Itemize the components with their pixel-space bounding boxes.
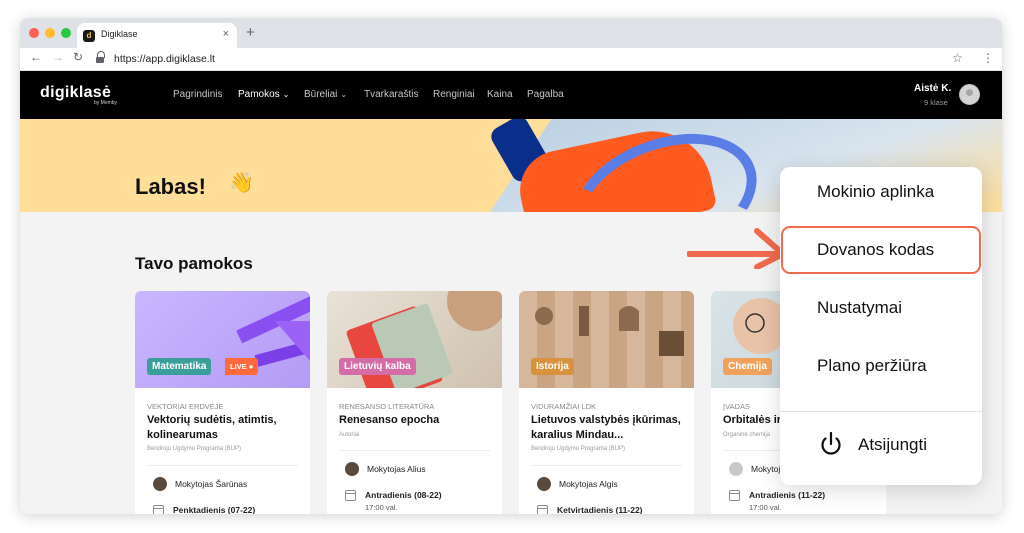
teacher-avatar [729, 462, 743, 476]
nav-label: Pamokos [238, 89, 280, 100]
lesson-topic: Renesanso literatūra [339, 402, 435, 411]
lesson-time: 17:00 val. [365, 503, 398, 512]
lesson-time: 17:00 val. [749, 503, 782, 512]
app-viewport: digiklasė by Memby Pagrindinis Pamokos ⌄ … [20, 71, 1002, 514]
logout-button[interactable]: Atsijungti [858, 435, 927, 455]
reload-icon[interactable]: ↻ [73, 50, 83, 64]
lesson-topic: Viduramžiai LDK [531, 402, 597, 411]
lesson-program: Bendrojo Ugdymo Programa (BUP) [531, 446, 626, 452]
chevron-down-icon: ⌄ [340, 90, 348, 99]
user-dropdown-menu: Mokinio aplinka Dovanos kodas Nustatymai… [780, 167, 982, 485]
lesson-program: Bendrojo Ugdymo Programa (BUP) [147, 446, 242, 452]
nav-item-kaina[interactable]: Kaina [487, 89, 513, 100]
lesson-topic: Vektoriai erdvėje [147, 402, 224, 411]
lesson-title: Renesanso epocha [339, 414, 440, 426]
lesson-title: Lietuvos valstybės įkūrimas, karalius Mi… [531, 414, 681, 441]
lesson-card[interactable]: Istorija Viduramžiai LDK Lietuvos valsty… [519, 291, 694, 514]
wave-hand-icon: 👋 [229, 172, 254, 194]
lesson-card[interactable]: Matematika LIVE ● Vektoriai erdvėje Vekt… [135, 291, 310, 514]
nav-label: Renginiai [433, 89, 475, 100]
menu-item-mokinio-aplinka[interactable]: Mokinio aplinka [817, 182, 934, 202]
pointer-arrow-icon [687, 228, 786, 269]
tab-title: Digiklase [101, 29, 138, 39]
nav-label: Pagrindinis [173, 89, 223, 100]
chevron-down-icon: ⌄ [282, 90, 290, 99]
back-arrow-icon[interactable]: ← [30, 50, 42, 64]
browser-menu-icon[interactable]: ⋮ [982, 51, 994, 65]
browser-window: d Digiklase × + ← → ↻ https://app.digikl… [20, 18, 1002, 514]
lesson-title: Vektorių sudėtis, atimtis, kolinearumas [147, 414, 277, 441]
divider [147, 465, 298, 466]
teacher-name: Mokytojas Algis [559, 479, 618, 489]
user-name[interactable]: Aistė K. [914, 83, 951, 94]
subject-pill: Matematika [147, 358, 212, 375]
menu-item-plano-perziura[interactable]: Plano peržiūra [817, 356, 927, 376]
nav-item-pagrindinis[interactable]: Pagrindinis [173, 89, 222, 100]
browser-tab[interactable]: d Digiklase × [77, 23, 237, 48]
calendar-icon [729, 490, 740, 501]
address-bar[interactable]: https://app.digiklase.lt [90, 49, 978, 69]
greeting-title: Labas! [135, 174, 206, 199]
subject-pill: Istorija [531, 358, 574, 375]
forward-arrow-icon[interactable]: → [52, 50, 64, 64]
lesson-topic: Įvadas [723, 402, 750, 411]
calendar-icon [153, 505, 164, 514]
nav-item-pamokos[interactable]: Pamokos ⌄ [238, 89, 289, 100]
divider [780, 411, 982, 412]
teacher-avatar [537, 477, 551, 491]
app-navbar: digiklasė by Memby Pagrindinis Pamokos ⌄ … [20, 71, 1002, 119]
lesson-day: Antradienis (11-22) [749, 490, 826, 500]
close-window-button[interactable] [29, 28, 39, 38]
tab-close-icon[interactable]: × [223, 28, 229, 40]
power-icon [821, 431, 841, 455]
nav-item-pagalba[interactable]: Pagalba [527, 89, 564, 100]
teacher-name: Mokytojas Alius [367, 464, 426, 474]
lessons-section-title: Tavo pamokos [135, 254, 253, 273]
nav-label: Tvarkaraštis [364, 89, 419, 100]
menu-item-nustatymai[interactable]: Nustatymai [817, 298, 902, 318]
menu-item-dovanos-kodas[interactable]: Dovanos kodas [817, 240, 934, 260]
divider [339, 450, 490, 451]
new-tab-button[interactable]: + [246, 24, 255, 41]
nav-item-tvarkarastis[interactable]: Tvarkaraštis [364, 89, 418, 100]
teacher-avatar [153, 477, 167, 491]
nav-item-renginiai[interactable]: Renginiai [433, 89, 475, 100]
nav-label: Būreliai [304, 89, 338, 100]
logo-subtitle: by Memby [94, 100, 118, 106]
favicon-icon: d [83, 30, 95, 42]
teacher-name: Mokytojas Šarūnas [175, 479, 248, 489]
calendar-icon [537, 505, 548, 514]
subject-pill: Lietuvių kalba [339, 358, 416, 375]
nav-label: Kaina [487, 89, 513, 100]
maximize-window-button[interactable] [61, 28, 71, 38]
avatar[interactable] [959, 84, 980, 105]
lesson-day: Penktadienis (07-22) [173, 505, 256, 514]
url-text: https://app.digiklase.lt [114, 53, 215, 65]
lock-icon [96, 51, 105, 63]
live-badge: LIVE ● [225, 358, 259, 375]
divider [531, 465, 682, 466]
user-class: 9 klasė [924, 98, 948, 107]
lesson-card[interactable]: Lietuvių kalba Renesanso literatūra Rene… [327, 291, 502, 514]
nav-label: Pagalba [527, 89, 564, 100]
nav-item-bureliai[interactable]: Būreliai ⌄ [304, 89, 347, 100]
teacher-avatar [345, 462, 359, 476]
bookmark-star-icon[interactable]: ☆ [952, 51, 963, 65]
lesson-day: Antradienis (08-22) [365, 490, 442, 500]
lesson-program: Autoriai [339, 432, 360, 438]
lesson-program: Organinė chemija [723, 432, 771, 438]
browser-toolbar: ← → ↻ https://app.digiklase.lt ☆ ⋮ [20, 48, 1002, 71]
calendar-icon [345, 490, 356, 501]
subject-pill: Chemija [723, 358, 772, 375]
lesson-day: Ketvirtadienis (11-22) [557, 505, 643, 514]
minimize-window-button[interactable] [45, 28, 55, 38]
tab-strip: d Digiklase × + [20, 18, 1002, 48]
